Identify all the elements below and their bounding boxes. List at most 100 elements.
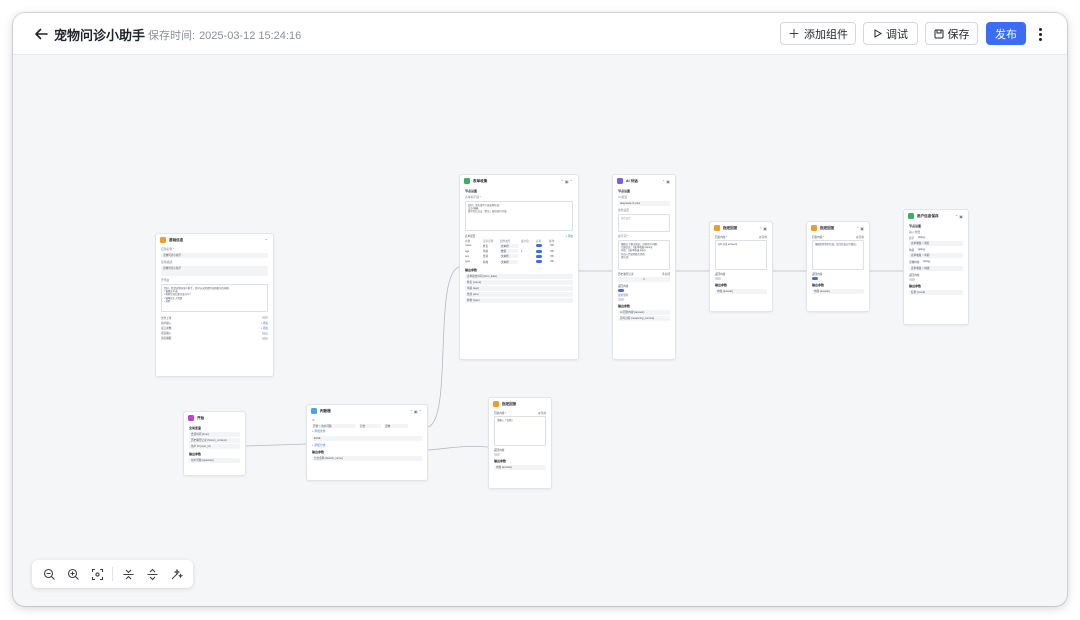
fit-view-icon[interactable]: [87, 564, 107, 584]
ai-think-toggle[interactable]: [618, 298, 624, 302]
condition-op-select[interactable]: 包含: [359, 423, 381, 428]
node-actions-icon[interactable]: ⌃▣⌃: [561, 179, 574, 184]
reply3-content-textarea[interactable]: 请输入「宠物」: [494, 416, 546, 447]
node-actions-icon[interactable]: ⌃▣: [955, 214, 964, 219]
back-arrow-icon[interactable]: [32, 25, 50, 43]
more-options-icon[interactable]: [1035, 24, 1045, 44]
required-toggle[interactable]: [536, 260, 542, 264]
save-field-type: string: [917, 236, 926, 240]
node-start[interactable]: 开始 全局变量 会话时间 {time} 历史聊天记录 {history_cont…: [183, 411, 246, 476]
delete-row-icon[interactable]: ⌫: [550, 260, 554, 263]
reply1-content-label: 回复内容 *: [715, 235, 728, 239]
ai-history-input[interactable]: 0: [618, 277, 670, 283]
zoom-in-icon[interactable]: [63, 564, 83, 584]
form-prompt-textarea[interactable]: 您好，请先填写下面宠物信息： 汪汪/喵喵 填写完后点击「提交」按钮进行问诊。: [465, 201, 573, 231]
ai-prompt-textarea[interactable]: 根据以下相关知识，回答用户问题: 已知信息：{{表单收集.name}} 年龄：{…: [618, 240, 670, 270]
form-table-row: type 种类 文本框 ⌫: [460, 259, 578, 264]
form-cell-label[interactable]: 种类: [483, 260, 497, 264]
condition-value-input[interactable]: 宠物: [384, 423, 408, 428]
form-cell-label[interactable]: 姓名: [483, 244, 497, 248]
judge-output-label: 输出参数: [312, 450, 325, 455]
reply3-output-label: 输出参数: [494, 458, 507, 463]
save-field-value[interactable]: 表单收集 > 年龄: [909, 253, 963, 259]
basic-info-icon: [160, 237, 166, 243]
reply3-return-toggle[interactable]: [494, 452, 500, 456]
form-cell-label[interactable]: 年龄: [483, 249, 497, 253]
reply1-content-textarea[interactable]: {{AI 对话.answer}}: [715, 240, 767, 271]
required-toggle[interactable]: [536, 254, 542, 258]
app-name-input[interactable]: 宠物问诊小助手: [161, 253, 268, 258]
node-ai-chat[interactable]: AI 对话 ⌃▣ 节点设置 AI 模型 deepseek-r1-plus 角色设定…: [612, 174, 676, 360]
upload-toggle[interactable]: [262, 316, 268, 320]
debug-button[interactable]: 调试: [863, 22, 918, 45]
expand-icon[interactable]: [142, 564, 162, 584]
reply3-ref-tag[interactable]: @引用: [538, 411, 546, 415]
required-toggle[interactable]: [536, 249, 542, 253]
reply2-output: 内容 {answer}: [812, 288, 864, 294]
form-cell-label[interactable]: 性别: [483, 254, 497, 258]
save-button[interactable]: 保存: [925, 22, 978, 45]
upload-label: 文件上传: [161, 316, 172, 320]
workflow-canvas[interactable]: 基础信息 ⌃ 应用名称 * 宠物问诊小助手 应用描述 宠物问诊小助手 开场白 您好…: [13, 55, 1067, 606]
ai-stream-toggle[interactable]: [618, 288, 624, 292]
node-form[interactable]: 表单收集 ⌃▣⌃ 节点设置 表单提示语 * 您好，请先填写下面宠物信息： 汪汪/喵…: [459, 174, 579, 360]
form-cell-type[interactable]: 文本框: [500, 259, 518, 264]
voice-input-toggle[interactable]: [262, 331, 268, 335]
reply1-output: 内容 {answer}: [715, 288, 767, 294]
user-input-add-link[interactable]: + 添加: [261, 321, 268, 325]
reply2-return-toggle[interactable]: [812, 276, 818, 280]
form-cell-type[interactable]: 数值: [500, 249, 518, 254]
save-field-header: 名字 string: [904, 235, 968, 240]
save-return-toggle[interactable]: [909, 278, 915, 282]
save-label: 保存: [947, 28, 970, 41]
form-section: 节点设置: [465, 189, 478, 193]
form-cell-type[interactable]: 文本框: [500, 243, 518, 248]
interface-add-link[interactable]: + 添加: [261, 326, 268, 330]
zoom-out-icon[interactable]: [39, 564, 59, 584]
app-window: 宠物问诊小助手 保存时间: 2025-03-12 15:24:16 ＋ 添加组件 调…: [13, 13, 1067, 606]
reply3-content-label: 回复内容 *: [494, 411, 507, 415]
node-actions-icon[interactable]: ⌃▣: [662, 179, 671, 184]
node-actions-icon[interactable]: ⌃▣: [759, 226, 768, 231]
form-output-2: 年龄 {age}: [465, 286, 573, 292]
reply1-return-toggle[interactable]: [715, 276, 721, 280]
reply2-ref-tag[interactable]: @引用: [856, 235, 864, 239]
node-actions-icon[interactable]: ⌃▣⌃: [410, 409, 423, 414]
condition-var-select[interactable]: 开始 > 用户问题: [312, 423, 356, 428]
voice-output-toggle[interactable]: [262, 336, 268, 340]
add-component-button[interactable]: ＋ 添加组件: [780, 22, 856, 45]
required-toggle[interactable]: [536, 244, 542, 248]
node-user-save[interactable]: 用户信息保存 ⌃▣ 节点设置 输入参数 名字 string 表单收集 > 姓名 年龄 st…: [903, 209, 969, 325]
delete-row-icon[interactable]: ⌫: [550, 250, 554, 253]
reply2-content-textarea[interactable]: 根据您提供的信息，医生给出如下建议。: [812, 240, 864, 271]
delete-row-icon[interactable]: ⌫: [550, 255, 554, 258]
node-basic-info[interactable]: 基础信息 ⌃ 应用名称 * 宠物问诊小助手 应用描述 宠物问诊小助手 开场白 您好…: [155, 233, 274, 377]
form-cell-max[interactable]: 1: [521, 250, 533, 253]
reply1-ref-tag[interactable]: @引用: [759, 235, 767, 239]
form-add-link[interactable]: + 添加: [566, 234, 573, 238]
ai-role-label: 角色设定: [618, 208, 630, 212]
collapse-icon[interactable]: ⌃: [265, 238, 269, 243]
node-actions-icon[interactable]: ⌃▣: [856, 226, 865, 231]
node-reply-1[interactable]: 指定回复 ⌃▣ 回复内容 * @引用 {{AI 对话.answer}} 返回内容 输…: [709, 221, 773, 312]
ai-section: 节点设置: [618, 189, 631, 193]
publish-button[interactable]: 发布: [986, 22, 1026, 45]
opening-textarea[interactable]: 您好，我是宠物问诊小助手，我可以向您提供宠物相关的问题。 • 猫粮怎么选 • 狗…: [161, 284, 268, 312]
app-desc-input[interactable]: 宠物问诊小助手: [161, 266, 268, 276]
debug-label: 调试: [886, 28, 908, 41]
delete-row-icon[interactable]: ⌫: [550, 244, 554, 247]
add-condition-link[interactable]: + 添加条件: [307, 428, 427, 434]
node-judge[interactable]: 判断器 ⌃▣⌃ IF 开始 > 用户问题 包含 宠物 + 添加条件 ELSE + 添加…: [306, 404, 428, 481]
ai-role-textarea[interactable]: 角色设定: [618, 214, 670, 232]
node-reply-2[interactable]: 指定回复 ⌃▣ 回复内容 * @引用 根据您提供的信息，医生给出如下建议。 返回内容…: [806, 221, 870, 312]
ai-model-select[interactable]: deepseek-r1-plus: [618, 201, 670, 206]
collapse-icon[interactable]: [118, 564, 138, 584]
save-output-label: 输出参数: [909, 283, 922, 288]
node-reply-3[interactable]: 指定回复 回复内容 * @引用 请输入「宠物」 返回内容 输出参数 内容 {ans…: [488, 397, 552, 489]
start-output: 用户问题 {question}: [189, 458, 240, 463]
beautify-icon[interactable]: [166, 564, 186, 584]
form-cell-type[interactable]: 文本框: [500, 254, 518, 259]
save-field-value[interactable]: 表单收集 > 种类: [909, 265, 963, 271]
header-bar: 宠物问诊小助手 保存时间: 2025-03-12 15:24:16 ＋ 添加组件 调…: [13, 13, 1067, 55]
save-field-value[interactable]: 表单收集 > 姓名: [909, 241, 963, 247]
